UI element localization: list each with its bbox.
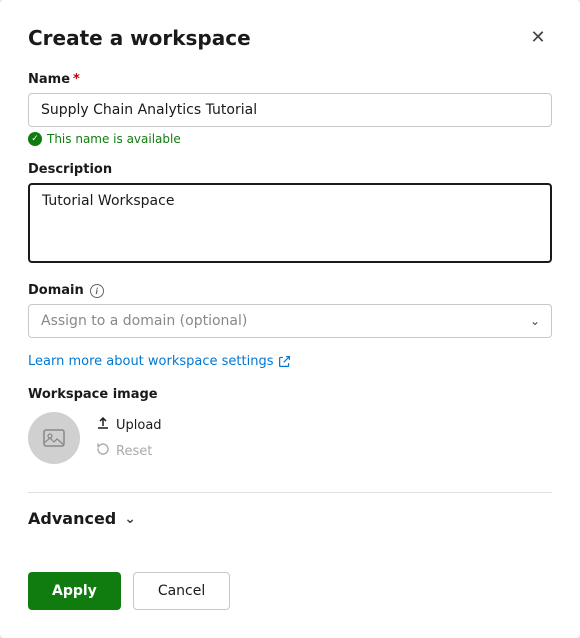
reset-button: Reset [96, 440, 162, 462]
modal-title: Create a workspace [28, 26, 251, 50]
domain-select-wrapper: Assign to a domain (optional) ⌄ [28, 304, 552, 338]
modal-header: Create a workspace ✕ [28, 24, 552, 52]
close-icon: ✕ [530, 29, 545, 47]
domain-field-group: Domain i Assign to a domain (optional) ⌄ [28, 283, 552, 338]
workspace-image-section: Workspace image [28, 387, 552, 464]
create-workspace-modal: Create a workspace ✕ Name * ✓ This name … [0, 0, 580, 638]
close-button[interactable]: ✕ [524, 24, 552, 52]
upload-icon [96, 416, 110, 434]
advanced-section: Advanced ⌄ [28, 509, 552, 528]
name-input[interactable] [28, 93, 552, 127]
section-divider [28, 492, 552, 493]
name-field-group: Name * ✓ This name is available [28, 72, 552, 146]
advanced-toggle-button[interactable]: Advanced ⌄ [28, 509, 136, 528]
modal-footer: Apply Cancel [28, 552, 552, 610]
chevron-down-icon: ⌄ [124, 511, 136, 527]
check-icon: ✓ [28, 132, 42, 146]
image-icon [40, 424, 68, 452]
cancel-button[interactable]: Cancel [133, 572, 230, 610]
domain-select[interactable]: Assign to a domain (optional) [28, 304, 552, 338]
image-actions: Upload Reset [96, 414, 162, 462]
name-label: Name * [28, 72, 552, 87]
required-indicator: * [73, 72, 80, 87]
reset-icon [96, 442, 110, 460]
upload-button[interactable]: Upload [96, 414, 162, 436]
external-link-icon [278, 355, 291, 368]
description-field-group: Description Tutorial Workspace [28, 162, 552, 267]
workspace-image-label: Workspace image [28, 387, 552, 402]
info-icon: i [90, 284, 104, 298]
image-placeholder [28, 412, 80, 464]
apply-button[interactable]: Apply [28, 572, 121, 610]
name-available-status: ✓ This name is available [28, 132, 552, 146]
image-controls: Upload Reset [28, 412, 552, 464]
domain-label: Domain i [28, 283, 552, 298]
learn-more-link[interactable]: Learn more about workspace settings [28, 354, 552, 369]
description-input[interactable]: Tutorial Workspace [28, 183, 552, 263]
description-label: Description [28, 162, 552, 177]
